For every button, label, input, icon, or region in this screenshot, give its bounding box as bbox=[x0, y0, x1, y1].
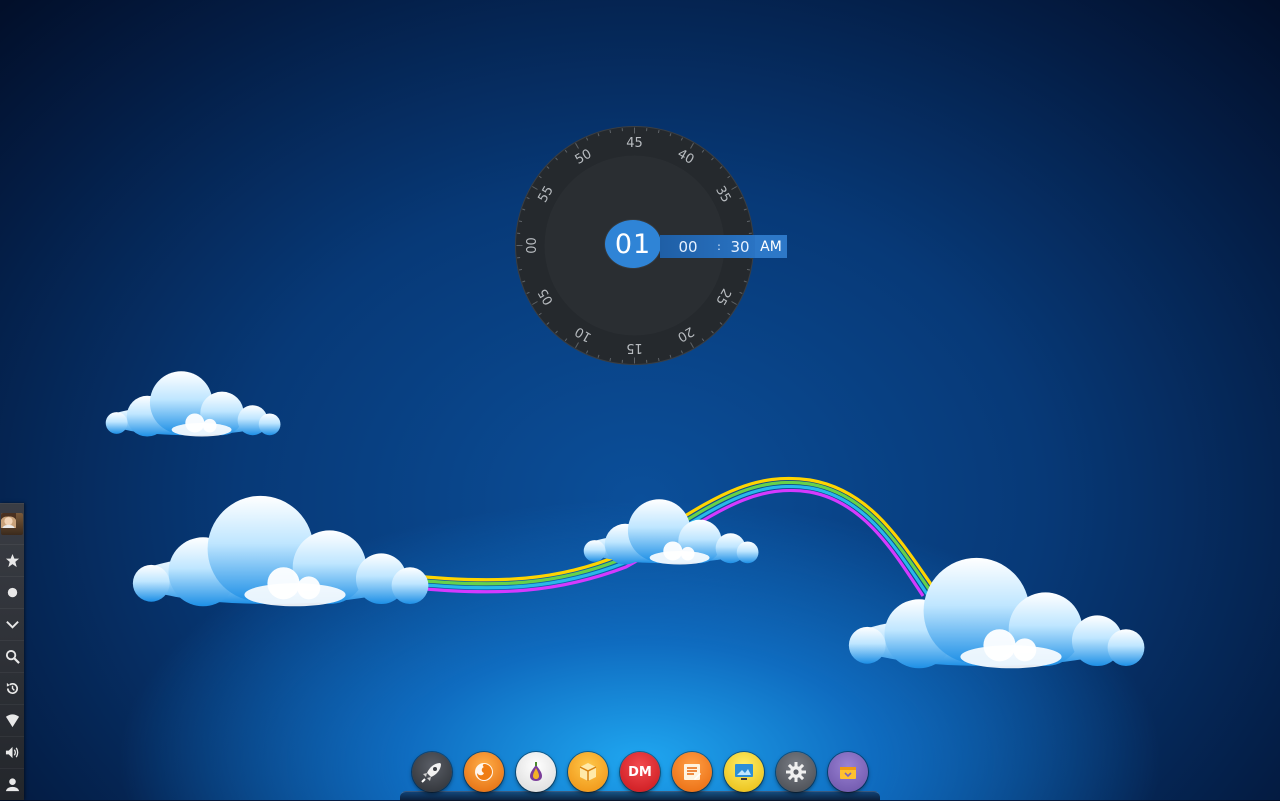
dock-item-text-editor[interactable] bbox=[672, 752, 712, 792]
wifi-icon bbox=[5, 713, 20, 728]
star-icon bbox=[5, 553, 20, 568]
side-item-record[interactable] bbox=[0, 576, 24, 608]
dock-item-tor-browser[interactable] bbox=[516, 752, 556, 792]
desktop-wallpaper bbox=[0, 0, 1280, 800]
cloud-left bbox=[133, 496, 429, 606]
history-icon bbox=[5, 681, 20, 696]
side-item-favorites[interactable] bbox=[0, 544, 24, 576]
user-icon bbox=[5, 777, 20, 792]
dock-item-firefox[interactable] bbox=[464, 752, 504, 792]
dock-item-launcher[interactable] bbox=[412, 752, 452, 792]
dial-tick bbox=[610, 130, 611, 133]
dial-label: 45 bbox=[626, 136, 643, 151]
dial-tick bbox=[519, 269, 522, 270]
dial-label: 00 bbox=[525, 237, 540, 254]
clock-hour[interactable]: 01 bbox=[605, 220, 661, 268]
side-item-expand[interactable] bbox=[0, 608, 24, 640]
clock-time-strip: 00 : 30 bbox=[660, 235, 758, 258]
search-icon bbox=[5, 649, 20, 664]
side-item-search[interactable] bbox=[0, 640, 24, 672]
dial-tick bbox=[658, 130, 659, 133]
dial-tick bbox=[747, 269, 750, 270]
side-item-wifi[interactable] bbox=[0, 704, 24, 736]
package-icon bbox=[575, 759, 601, 785]
cloud-right bbox=[849, 558, 1145, 668]
side-item-volume[interactable] bbox=[0, 736, 24, 768]
dial-tick bbox=[519, 221, 522, 222]
dm-icon: DM bbox=[628, 765, 652, 780]
side-item-history[interactable] bbox=[0, 672, 24, 704]
side-panel bbox=[0, 503, 24, 800]
monitor-icon bbox=[731, 759, 757, 785]
firefox-icon bbox=[471, 759, 497, 785]
dial-label: 15 bbox=[626, 340, 643, 355]
dock-item-settings[interactable] bbox=[776, 752, 816, 792]
dock: DM bbox=[400, 744, 880, 800]
dock-item-package-manager[interactable] bbox=[568, 752, 608, 792]
dot-icon bbox=[5, 585, 20, 600]
clock-second: 30 bbox=[722, 238, 758, 256]
speaker-icon bbox=[5, 745, 20, 760]
dock-item-store[interactable] bbox=[828, 752, 868, 792]
store-icon bbox=[835, 759, 861, 785]
clock-minute: 00 bbox=[660, 238, 716, 256]
dial-tick bbox=[658, 358, 659, 361]
dial-tick bbox=[747, 221, 750, 222]
onion-icon bbox=[523, 759, 549, 785]
clock-meridiem[interactable]: AM bbox=[755, 235, 787, 258]
chevron-down-icon bbox=[5, 617, 20, 632]
avatar bbox=[1, 513, 23, 535]
dock-item-image-viewer[interactable] bbox=[724, 752, 764, 792]
cloud-middle bbox=[584, 499, 759, 564]
notes-icon bbox=[679, 759, 705, 785]
dial-tick bbox=[610, 358, 611, 361]
gear-icon bbox=[783, 759, 809, 785]
side-item-user-avatar[interactable] bbox=[0, 503, 24, 544]
dock-item-download-manager[interactable]: DM bbox=[620, 752, 660, 792]
cloud-small-left bbox=[106, 371, 281, 436]
rocket-icon bbox=[419, 759, 445, 785]
side-item-user[interactable] bbox=[0, 768, 24, 800]
